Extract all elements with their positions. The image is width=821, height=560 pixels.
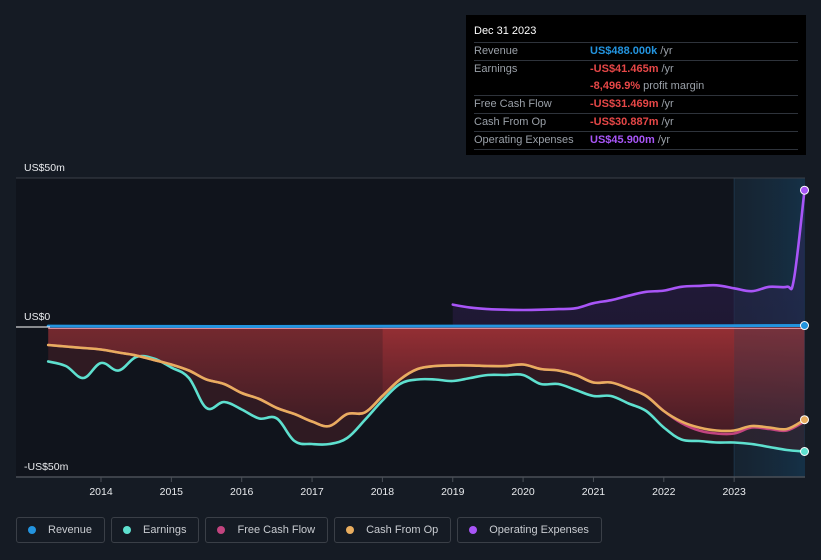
x-axis-label: 2021 xyxy=(582,486,606,498)
legend-item-cash-from-op[interactable]: Cash From Op xyxy=(334,517,452,543)
legend-label: Earnings xyxy=(143,524,187,536)
tooltip-value: -8,496.9% xyxy=(590,80,641,92)
tooltip-value: -US$31.469m xyxy=(590,98,659,110)
legend: Revenue Earnings Free Cash Flow Cash Fro… xyxy=(16,517,602,543)
tooltip-unit: profit margin xyxy=(643,80,705,92)
tooltip-label xyxy=(474,78,590,95)
tooltip-label: Earnings xyxy=(474,63,518,75)
x-axis-label: 2020 xyxy=(511,486,535,498)
tooltip-date: Dec 31 2023 xyxy=(474,23,798,43)
tooltip-panel: Dec 31 2023 Revenue US$488.000k /yr Earn… xyxy=(466,15,806,155)
tooltip-label: Cash From Op xyxy=(474,116,547,128)
y-axis-label: US$50m xyxy=(24,162,65,174)
legend-dot-icon xyxy=(217,526,226,534)
tooltip-label: Free Cash Flow xyxy=(474,98,552,110)
tooltip-label: Operating Expenses xyxy=(474,134,574,146)
end-dot-cash-from-op[interactable] xyxy=(800,415,809,425)
tooltip-row-free-cash-flow: Free Cash Flow -US$31.469m /yr xyxy=(474,96,798,114)
end-dot-revenue[interactable] xyxy=(800,321,809,331)
legend-label: Cash From Op xyxy=(366,524,439,536)
legend-dot-icon xyxy=(123,526,132,534)
tooltip-value: US$488.000k xyxy=(590,45,658,57)
end-dot-earnings[interactable] xyxy=(800,447,809,456)
legend-label: Free Cash Flow xyxy=(237,524,316,536)
legend-item-earnings[interactable]: Earnings xyxy=(111,517,200,543)
y-axis-label: -US$50m xyxy=(24,461,69,473)
legend-dot-icon xyxy=(28,526,36,534)
tooltip-row-cash-from-op: Cash From Op -US$30.887m /yr xyxy=(474,114,798,132)
x-axis-label: 2015 xyxy=(160,486,184,498)
legend-item-free-cash-flow[interactable]: Free Cash Flow xyxy=(205,517,329,543)
x-axis-label: 2023 xyxy=(722,486,746,498)
tooltip-unit: /yr xyxy=(661,63,674,75)
x-axis-label: 2022 xyxy=(652,486,676,498)
legend-dot-icon xyxy=(469,526,478,534)
x-axis-label: 2018 xyxy=(371,486,395,498)
tooltip-unit: /yr xyxy=(661,116,674,128)
tooltip-row-earnings: Earnings -US$41.465m /yr xyxy=(474,61,798,78)
tooltip-row-profit-margin: -8,496.9% profit margin xyxy=(474,78,798,96)
x-axis-label: 2017 xyxy=(300,486,324,498)
x-axis-label: 2016 xyxy=(230,486,254,498)
tooltip-row-operating-expenses: Operating Expenses US$45.900m /yr xyxy=(474,132,798,150)
legend-item-revenue[interactable]: Revenue xyxy=(16,517,106,543)
y-axis-label: US$0 xyxy=(24,311,50,323)
tooltip-unit: /yr xyxy=(657,134,671,146)
x-axis-label: 2019 xyxy=(441,486,465,498)
legend-label: Operating Expenses xyxy=(489,524,589,536)
tooltip-value: -US$30.887m xyxy=(590,116,659,128)
tooltip-unit: /yr xyxy=(660,45,673,57)
x-axis-label: 2014 xyxy=(89,486,113,498)
legend-label: Revenue xyxy=(48,524,93,536)
legend-item-operating-expenses[interactable]: Operating Expenses xyxy=(457,517,602,543)
end-dot-operating-expenses[interactable] xyxy=(800,185,809,195)
tooltip-value: US$45.900m xyxy=(590,134,655,146)
tooltip-value: -US$41.465m xyxy=(590,63,659,75)
legend-dot-icon xyxy=(346,526,355,534)
line-revenue xyxy=(46,324,806,328)
tooltip-label: Revenue xyxy=(474,45,519,57)
tooltip-unit: /yr xyxy=(661,98,674,110)
forecast-overlay xyxy=(734,178,805,477)
tooltip-row-revenue: Revenue US$488.000k /yr xyxy=(474,43,798,61)
